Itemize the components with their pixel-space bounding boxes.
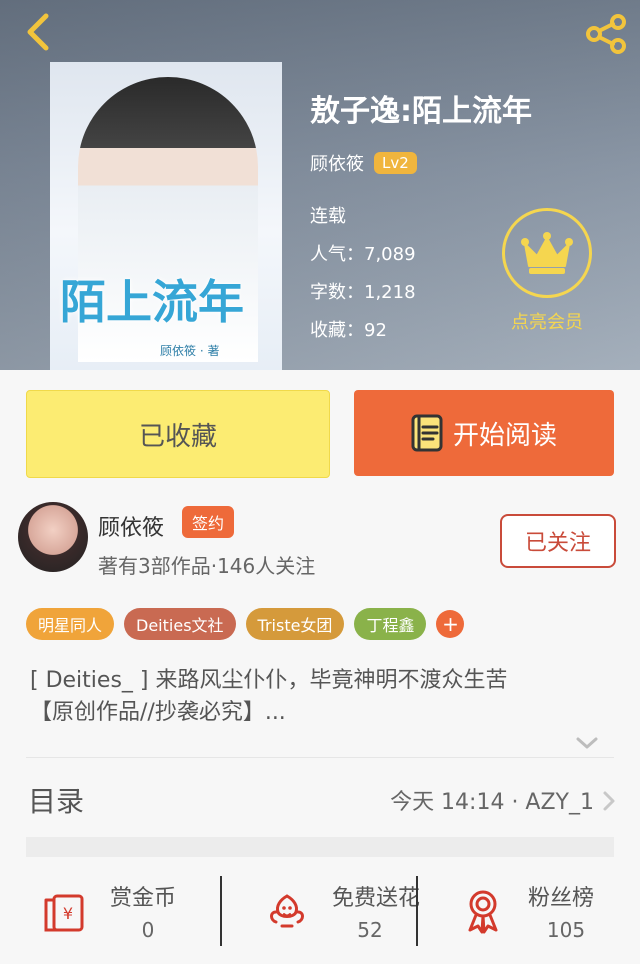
- free-flower-value: 52: [357, 918, 383, 942]
- author-profile-name[interactable]: 顾依筱: [98, 510, 164, 542]
- add-tag-button[interactable]: +: [436, 610, 465, 638]
- followed-button[interactable]: 已关注: [500, 514, 616, 568]
- member-button[interactable]: 点亮会员: [492, 208, 602, 348]
- divider: [26, 757, 614, 758]
- start-reading-label: 开始阅读: [452, 420, 557, 451]
- author-summary: 著有3部作品·146人关注: [98, 554, 316, 578]
- action-bar: 已收藏 开始阅读: [0, 370, 640, 490]
- tag-item[interactable]: Triste女团: [245, 608, 345, 640]
- ribbon-medal-icon: [468, 890, 498, 934]
- reward-coin-value: 0: [141, 918, 155, 942]
- crown-circle: [502, 208, 592, 298]
- tag-item[interactable]: Deities文社: [124, 608, 236, 640]
- author-section: 顾依筱 签约 著有3部作品·146人关注 已关注: [0, 490, 640, 600]
- tag-list: 明星同人 Deities文社 Triste女团 丁程鑫 +: [26, 608, 465, 640]
- signed-badge: 签约: [182, 506, 235, 538]
- flower-icon: [270, 894, 304, 928]
- toc-title: 目录: [28, 785, 85, 818]
- svg-text:¥: ¥: [63, 904, 73, 923]
- reward-coin-button[interactable]: ¥ 赏金币 0: [0, 870, 210, 964]
- free-flower-button[interactable]: 免费送花 52: [222, 870, 432, 964]
- member-label: 点亮会员: [511, 312, 583, 333]
- fan-ranking-value: 105: [546, 918, 586, 942]
- collected-button[interactable]: 已收藏: [26, 390, 330, 478]
- book-title: 敖子逸:陌上流年: [310, 94, 532, 129]
- bottom-actions: ¥ 赏金币 0 免费送花 52 粉丝榜 105: [0, 870, 640, 964]
- fan-ranking-label: 粉丝榜: [528, 886, 595, 911]
- cover-art-subtitle: 顾依筱 · 著: [160, 344, 220, 358]
- free-flower-label: 免费送花: [332, 886, 421, 911]
- cover-art-title: 陌上流年: [60, 275, 244, 329]
- start-reading-button[interactable]: 开始阅读: [354, 390, 614, 476]
- avatar[interactable]: [18, 502, 88, 572]
- collected-label: 已收藏: [138, 421, 217, 452]
- book-description: [ Deities_ ] 来路风尘仆仆，毕竟神明不渡众生苦 【原创作品//抄袭必…: [30, 665, 616, 729]
- back-chevron-icon[interactable]: [18, 10, 62, 54]
- tag-item[interactable]: 丁程鑫: [354, 608, 427, 640]
- share-icon[interactable]: [584, 12, 628, 56]
- book-cover: 陌上流年 顾依筱 · 著: [50, 62, 282, 370]
- author-name[interactable]: 顾依筱: [310, 150, 364, 176]
- toc-latest: 今天 14:14 · AZY_1: [390, 790, 594, 815]
- table-of-contents-row[interactable]: 目录 今天 14:14 · AZY_1: [0, 768, 640, 828]
- crown-icon: [521, 232, 573, 274]
- followed-label: 已关注: [524, 531, 591, 556]
- level-badge: Lv2: [374, 152, 417, 174]
- coin-icon: ¥: [44, 894, 84, 932]
- book-icon: [411, 414, 443, 452]
- description-line-1: [ Deities_ ] 来路风尘仆仆，毕竟神明不渡众生苦: [30, 668, 508, 693]
- chevron-down-icon[interactable]: [575, 735, 599, 751]
- author-line: 顾依筱 Lv2: [310, 150, 532, 176]
- section-spacer: [26, 837, 614, 857]
- description-line-2: 【原创作品//抄袭必究】...: [30, 700, 286, 725]
- book-header: 陌上流年 顾依筱 · 著 敖子逸:陌上流年 顾依筱 Lv2 连载 人气：7,08…: [0, 0, 640, 370]
- chevron-right-icon: [603, 791, 615, 811]
- fan-ranking-button[interactable]: 粉丝榜 105: [418, 870, 628, 964]
- tag-item[interactable]: 明星同人: [26, 608, 115, 640]
- reward-coin-label: 赏金币: [110, 886, 177, 911]
